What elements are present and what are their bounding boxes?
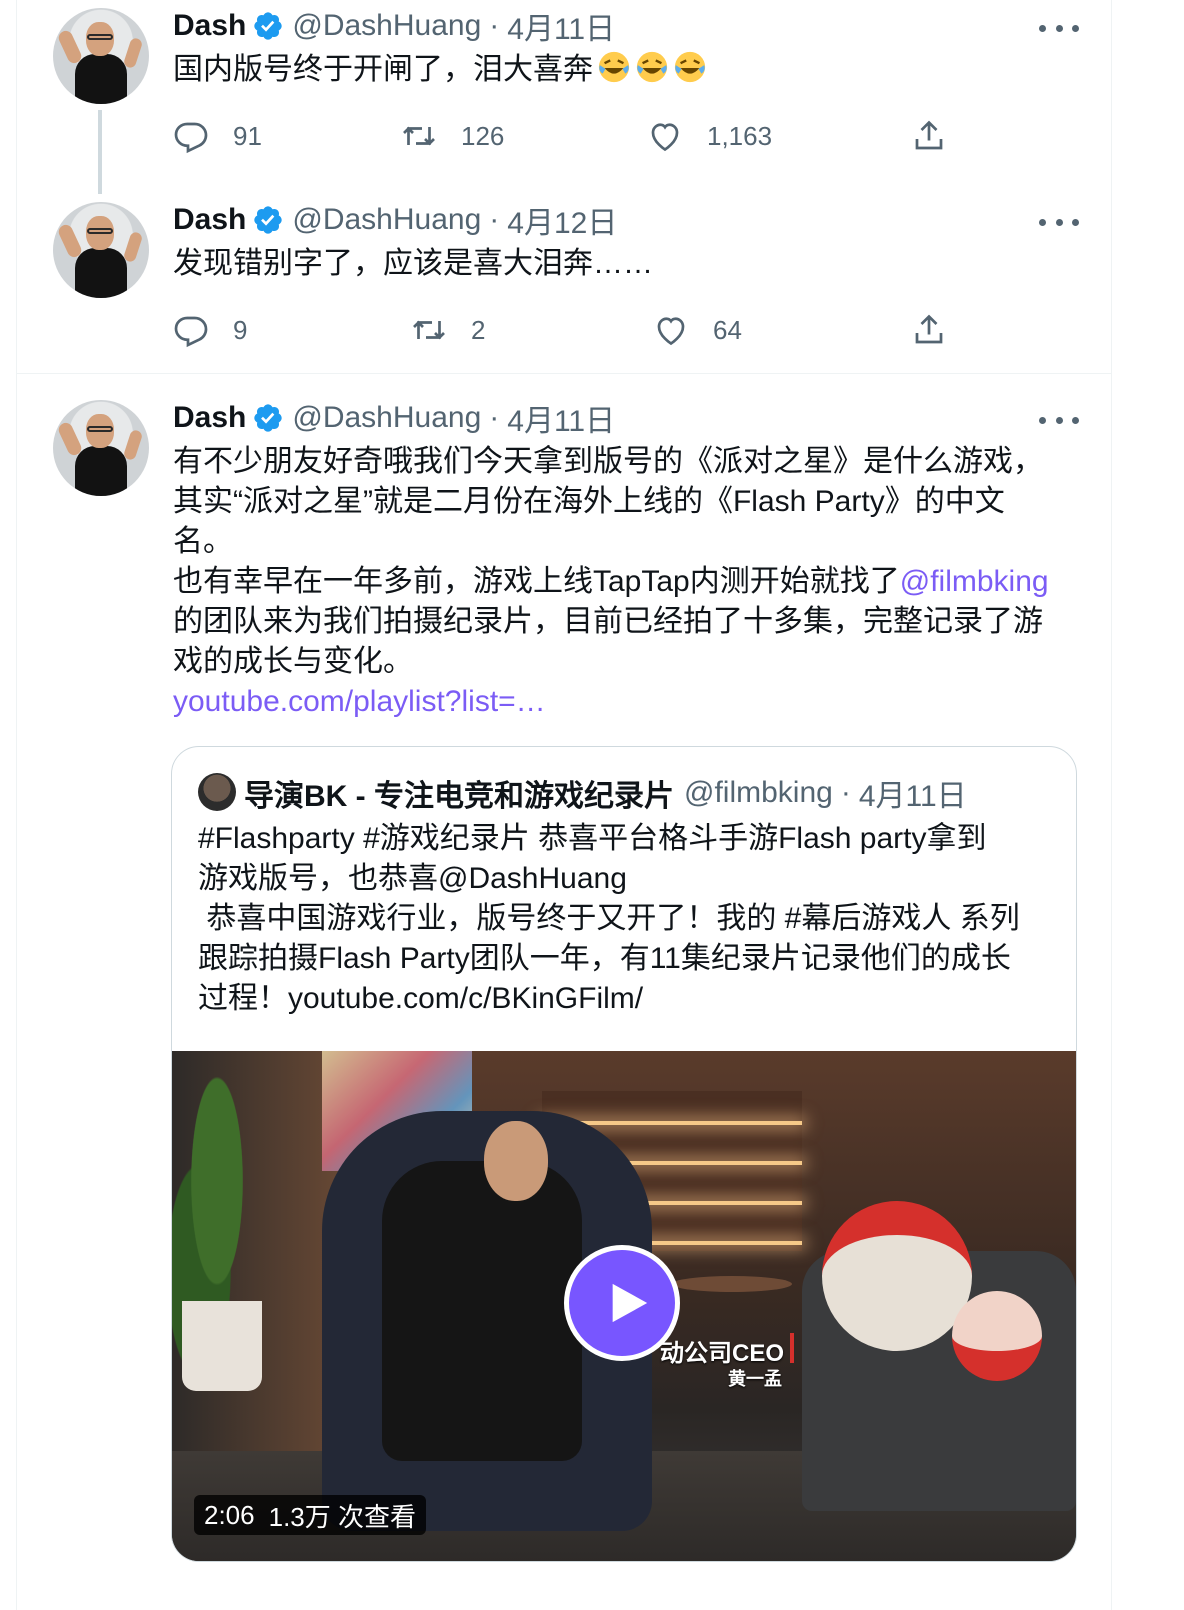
play-icon (612, 1283, 648, 1323)
like-count: 1,163 (707, 120, 773, 151)
retweet-button[interactable]: 2 (411, 310, 485, 350)
tweet-date[interactable]: 4月11日 (507, 4, 615, 48)
tweet-header: Dash @DashHuang · 4月12日 (173, 200, 617, 240)
person-image (382, 1161, 582, 1461)
user-handle[interactable]: @filmbking (684, 776, 833, 810)
tweet-actions: 9 2 64 (173, 310, 973, 350)
avatar[interactable] (53, 202, 149, 298)
share-button[interactable] (911, 310, 971, 350)
tweet-actions: 91 126 1,163 (173, 116, 973, 156)
like-count: 64 (713, 314, 742, 345)
thread-connector (98, 110, 102, 194)
tweet-header: Dash @DashHuang · 4月11日 (173, 398, 615, 438)
laughing-emoji-icon (636, 51, 668, 83)
video-player[interactable]: 动公司CEO 黄一孟 2:06 1.3万 次查看 (172, 1051, 1076, 1561)
tweet-text: 国内版号终于开闸了，泪大喜奔 (173, 50, 707, 90)
reply-icon (174, 316, 208, 348)
timeline-column: Dash @DashHuang · 4月11日 国内版号终于开闸了，泪大喜奔 9… (16, 0, 1112, 1610)
display-name[interactable]: 导演BK - 专注电竞和游戏纪录片 (244, 771, 674, 815)
reply-button[interactable]: 91 (173, 116, 262, 156)
reply-icon (174, 122, 208, 154)
user-handle[interactable]: @DashHuang (292, 9, 481, 43)
user-handle[interactable]: @DashHuang (292, 401, 481, 435)
laughing-emoji-icon (598, 51, 630, 83)
heart-icon (651, 123, 679, 152)
video-views: 1.3万 次查看 (268, 1501, 416, 1532)
quoted-tweet-text: #Flashparty #游戏纪录片 恭喜平台格斗手游Flash party拿到… (198, 822, 1020, 1015)
reply-count: 9 (233, 314, 248, 345)
video-caption-name: 黄一孟 (728, 1369, 782, 1389)
like-button[interactable]: 1,163 (647, 116, 772, 156)
avatar[interactable] (53, 400, 149, 496)
tweet-date[interactable]: 4月12日 (507, 198, 617, 242)
laughing-emoji-icon (674, 51, 706, 83)
tweet-date[interactable]: 4月11日 (859, 771, 967, 815)
share-icon (915, 314, 943, 344)
video-duration: 2:06 (204, 1499, 255, 1530)
share-icon (915, 120, 943, 150)
quoted-tweet[interactable]: 导演BK - 专注电竞和游戏纪录片 @filmbking · 4月11日 #Fl… (171, 746, 1077, 1562)
youtube-playlist-link[interactable]: youtube.com/playlist?list=… (173, 682, 1049, 722)
verified-badge-icon (254, 404, 283, 432)
reply-count: 91 (233, 120, 262, 151)
more-options-icon[interactable] (1039, 18, 1079, 38)
reply-button[interactable]: 9 (173, 310, 247, 350)
user-handle[interactable]: @DashHuang (292, 203, 481, 237)
like-button[interactable]: 64 (653, 310, 742, 350)
tweet-date[interactable]: 4月11日 (507, 396, 615, 440)
retweet-count: 126 (461, 120, 505, 151)
plush-toy-image (822, 1201, 972, 1351)
quoted-tweet-header: 导演BK - 专注电竞和游戏纪录片 @filmbking · 4月11日 (244, 771, 967, 815)
retweet-count: 2 (471, 314, 486, 345)
tweet-header: Dash @DashHuang · 4月11日 (173, 6, 615, 46)
more-options-icon[interactable] (1039, 410, 1079, 430)
separator-dot: · (489, 9, 500, 42)
tweet-text: 有不少朋友好奇哦我们今天拿到版号的《派对之星》是什么游戏， 其实“派对之星”就是… (173, 442, 1049, 722)
video-caption: 动公司CEO (660, 1340, 785, 1367)
avatar[interactable] (198, 773, 236, 811)
share-button[interactable] (911, 116, 971, 156)
retweet-icon (403, 126, 435, 146)
separator-dot: · (489, 401, 500, 434)
tweet-text: 发现错别字了，应该是喜大泪奔…… (173, 247, 653, 280)
verified-badge-icon (254, 12, 283, 40)
mention-link[interactable]: @filmbking (900, 565, 1049, 598)
separator-dot: · (840, 776, 851, 809)
video-info-badge: 2:06 1.3万 次查看 (194, 1495, 426, 1535)
avatar[interactable] (53, 8, 149, 104)
display-name[interactable]: Dash (173, 203, 246, 237)
display-name[interactable]: Dash (173, 9, 246, 43)
retweet-icon (413, 320, 445, 340)
verified-badge-icon (254, 206, 283, 234)
separator-dot: · (489, 203, 500, 236)
tweet-divider (17, 373, 1111, 374)
more-options-icon[interactable] (1039, 212, 1079, 232)
display-name[interactable]: Dash (173, 401, 246, 435)
heart-icon (657, 317, 685, 346)
retweet-button[interactable]: 126 (401, 116, 504, 156)
play-button[interactable] (564, 1245, 680, 1361)
